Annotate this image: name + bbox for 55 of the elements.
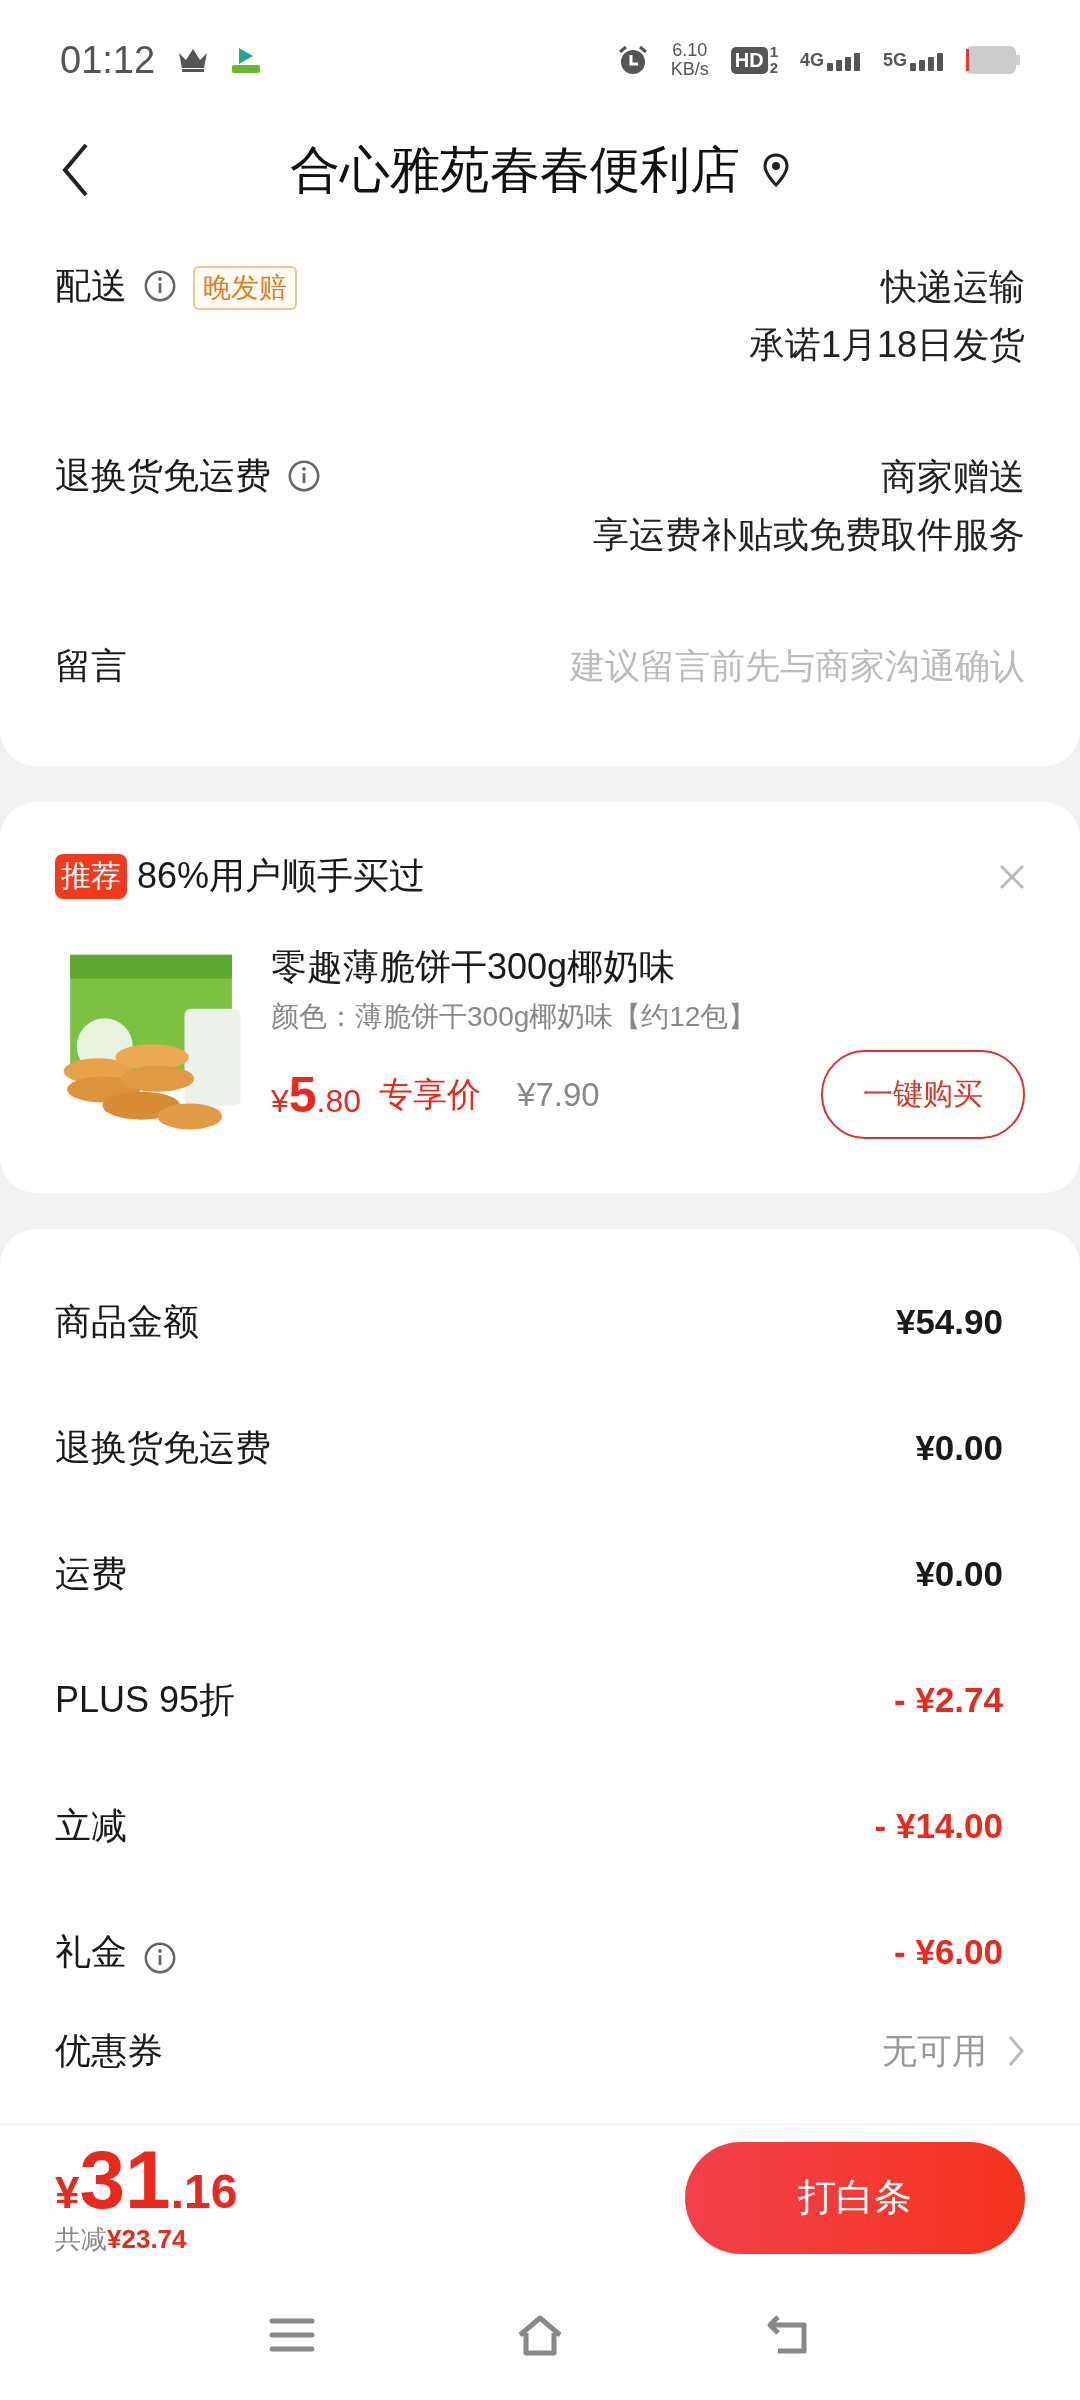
order-value: 享运费补贴或免费取件服务 bbox=[593, 513, 1025, 557]
summary-label: 立减 bbox=[55, 1803, 127, 1848]
summary-label: 退换货免运费 bbox=[55, 1425, 271, 1470]
info-icon[interactable] bbox=[143, 1940, 177, 1975]
coupon-value[interactable]: 无可用 bbox=[882, 2027, 987, 2075]
home-icon[interactable] bbox=[516, 2313, 564, 2357]
summary-value: ¥54.90 bbox=[895, 1302, 1004, 1342]
info-icon[interactable] bbox=[143, 269, 177, 303]
battery-icon bbox=[966, 46, 1020, 74]
status-time: 01:12 bbox=[60, 38, 156, 82]
summary-label: 运费 bbox=[55, 1551, 127, 1596]
network-speed: 6.10 bbox=[672, 41, 708, 60]
info-icon[interactable] bbox=[287, 459, 321, 493]
order-value: 承诺1月18日发货 bbox=[748, 323, 1025, 367]
original-price: ¥7.90 bbox=[517, 1075, 600, 1114]
message-field[interactable]: 建议留言前先与商家沟通确认 bbox=[425, 638, 1025, 694]
summary-value: - ¥14.00 bbox=[874, 1806, 1004, 1846]
pay-button[interactable]: 打白条 bbox=[685, 2141, 1025, 2254]
recommend-badge: 推荐 bbox=[55, 854, 127, 899]
sim-number: 1 bbox=[769, 44, 778, 60]
location-pin-icon[interactable] bbox=[762, 153, 790, 187]
back-icon[interactable] bbox=[60, 142, 90, 198]
signal-icon bbox=[827, 52, 861, 71]
hd-badge: HD bbox=[730, 46, 768, 74]
crown-icon bbox=[177, 47, 210, 73]
store-title: 合心雅苑春春便利店 bbox=[290, 140, 740, 200]
app-icon bbox=[231, 46, 262, 74]
summary-value: ¥0.00 bbox=[915, 1554, 1004, 1594]
coupon-label: 优惠券 bbox=[55, 2028, 163, 2073]
recommend-headline: 86%用户顺手买过 bbox=[137, 854, 426, 898]
product-name: 零趣薄脆饼干300g椰奶味 bbox=[271, 945, 677, 989]
total-saved: 共减¥23.74 bbox=[55, 2223, 188, 2256]
summary-label: 商品金额 bbox=[55, 1299, 199, 1344]
summary-value: - ¥6.00 bbox=[894, 1932, 1004, 1972]
order-label: 退换货免运费 bbox=[55, 454, 271, 498]
total-price: ¥31.16 bbox=[55, 2138, 238, 2222]
network-type: 5G bbox=[883, 49, 907, 71]
speed-unit: KB/s bbox=[670, 60, 709, 79]
order-value: 快递运输 bbox=[879, 265, 1025, 309]
summary-label: PLUS 95折 bbox=[55, 1677, 236, 1722]
sale-price: ¥5.80 bbox=[271, 1065, 362, 1124]
alarm-icon bbox=[616, 44, 649, 76]
order-label: 配送 bbox=[55, 264, 127, 308]
buy-now-button[interactable]: 一键购买 bbox=[821, 1050, 1025, 1139]
order-label: 留言 bbox=[55, 644, 127, 688]
signal-icon bbox=[910, 52, 944, 71]
price-label: 专享价 bbox=[379, 1073, 482, 1115]
network-type: 4G bbox=[799, 49, 824, 71]
summary-value: - ¥2.74 bbox=[894, 1680, 1004, 1720]
product-spec: 颜色：薄脆饼干300g椰奶味【约12包】 bbox=[271, 1000, 758, 1034]
summary-value: ¥0.00 bbox=[915, 1428, 1004, 1468]
late-compensation-tag: 晚发赔 bbox=[193, 266, 297, 310]
order-value: 商家赠送 bbox=[880, 455, 1025, 499]
sim-number: 2 bbox=[769, 60, 778, 76]
summary-label: 礼金 bbox=[55, 1929, 127, 1974]
